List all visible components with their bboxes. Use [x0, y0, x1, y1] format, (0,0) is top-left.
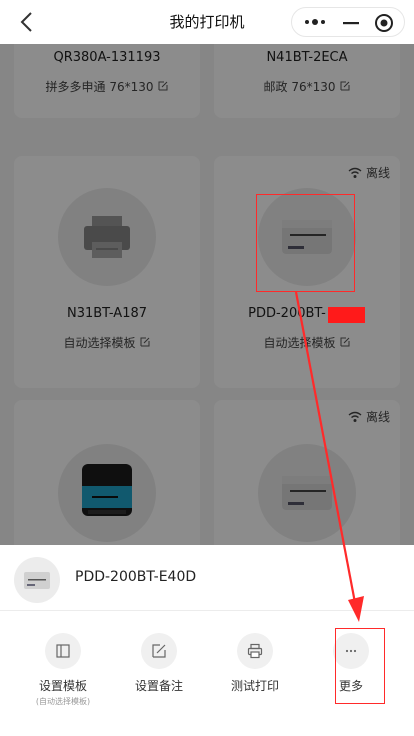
printer-model: PDD-200BT-: [248, 306, 326, 321]
test-print-button[interactable]: 测试打印: [210, 633, 300, 703]
minimize-icon[interactable]: [339, 15, 363, 31]
mini-program-capsule: [291, 7, 405, 37]
printer-image: [258, 444, 356, 542]
printer-template-row[interactable]: 拼多多申通 76*130: [14, 78, 200, 95]
printer-template: 自动选择模板: [63, 336, 136, 350]
more-dots-icon[interactable]: [302, 13, 328, 31]
printer-icon: [84, 216, 130, 258]
printer-template-row[interactable]: 邮政 76*130: [214, 78, 400, 95]
edit-icon[interactable]: [139, 336, 151, 348]
set-note-button[interactable]: 设置备注: [114, 633, 204, 703]
selected-device-row: PDD-200BT-E40D: [0, 545, 414, 611]
offline-status: 离线: [348, 408, 390, 425]
printer-model: N31BT-A187: [66, 306, 148, 321]
device-thumbnail: [14, 557, 60, 603]
printer-image: [58, 444, 156, 542]
redaction-mark: [328, 307, 365, 323]
printer-card[interactable]: N41BT-2ECA 邮政 76*130: [214, 44, 400, 118]
highlight-box: [256, 194, 355, 292]
action-sublabel: (自动选择模板): [35, 697, 91, 706]
nav-bar: 我的打印机: [0, 0, 414, 44]
printer-template: 自动选择模板: [263, 336, 336, 350]
set-template-button[interactable]: 设置模板 (自动选择模板): [18, 633, 108, 706]
action-label: 设置模板: [38, 679, 87, 693]
printer-template-row[interactable]: 自动选择模板: [214, 334, 400, 351]
printer-card[interactable]: QR380A-131193 拼多多申通 76*130: [14, 44, 200, 118]
printer-card[interactable]: N31BT-A187 自动选择模板: [14, 156, 200, 388]
status-text: 离线: [365, 166, 390, 180]
close-target-icon[interactable]: [374, 13, 394, 33]
action-label: 测试打印: [230, 679, 279, 693]
wifi-icon: [348, 411, 362, 422]
edit-icon[interactable]: [339, 80, 351, 92]
printer-template: 邮政 76*130: [263, 80, 336, 94]
edit-icon: [141, 633, 177, 669]
printer-model: N41BT-2ECA: [266, 50, 348, 65]
wifi-icon: [348, 167, 362, 178]
action-label: 设置备注: [134, 679, 183, 693]
device-name: PDD-200BT-E40D: [75, 569, 197, 585]
thermal-printer-icon: [82, 464, 132, 516]
label-printer-icon: [24, 572, 50, 589]
highlight-box: [335, 628, 385, 704]
printer-icon: [237, 633, 273, 669]
edit-icon[interactable]: [157, 80, 169, 92]
edit-icon[interactable]: [339, 336, 351, 348]
label-printer-icon: [282, 476, 332, 510]
printer-template: 拼多多申通 76*130: [45, 80, 154, 94]
offline-status: 离线: [348, 164, 390, 181]
status-text: 离线: [365, 410, 390, 424]
template-icon: [45, 633, 81, 669]
printer-image: [58, 188, 156, 286]
printer-template-row[interactable]: 自动选择模板: [14, 334, 200, 351]
printer-model: QR380A-131193: [53, 50, 161, 65]
